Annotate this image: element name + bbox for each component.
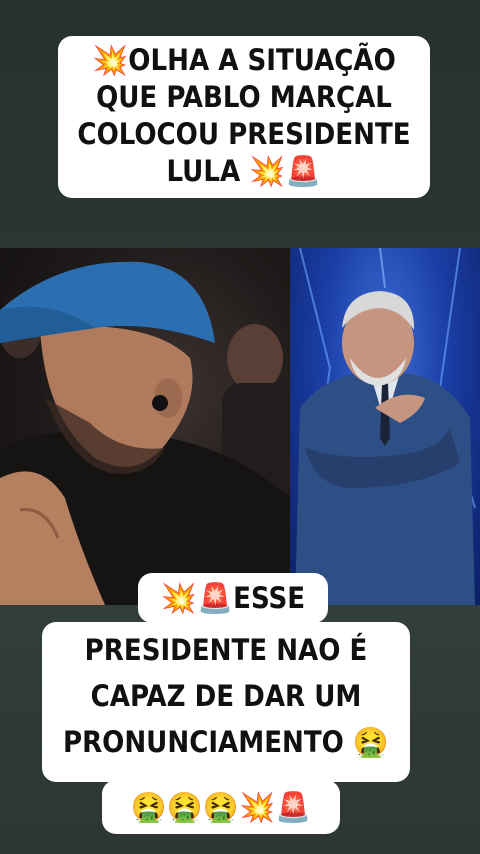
bottom-caption-line-1: 💥🚨ESSE <box>160 581 306 615</box>
top-caption-line-3: COLOCOU PRESIDENTE <box>77 117 411 152</box>
bottom-caption-line-2: PRESIDENTE NAO É <box>84 633 368 667</box>
man-in-suit-illustration <box>295 248 476 605</box>
bottom-caption-box-1: 💥🚨ESSE <box>138 573 328 623</box>
bottom-caption-line-5: 🤮🤮🤮💥🚨 <box>130 790 312 824</box>
man-in-cap-illustration <box>0 261 290 605</box>
right-video-panel <box>290 248 480 605</box>
bottom-caption-line-3: CAPAZ DE DAR UM <box>90 679 362 714</box>
bottom-caption-box-3: 🤮🤮🤮💥🚨 <box>102 780 340 834</box>
left-video-panel <box>0 248 290 605</box>
top-caption: 💥OLHA A SITUAÇÃO QUE PABLO MARÇAL COLOCO… <box>58 36 430 199</box>
bottom-caption-box-2: PRESIDENTE NAO É CAPAZ DE DAR UM PRONUNC… <box>42 622 410 782</box>
top-caption-line-1: 💥OLHA A SITUAÇÃO <box>92 43 396 77</box>
top-caption-line-2: QUE PABLO MARÇAL <box>96 80 392 115</box>
bottom-caption-line-4: PRONUNCIAMENTO 🤮 <box>62 725 390 760</box>
top-caption-line-4: LULA 💥🚨 <box>166 154 322 189</box>
video-frame[interactable] <box>0 248 480 605</box>
